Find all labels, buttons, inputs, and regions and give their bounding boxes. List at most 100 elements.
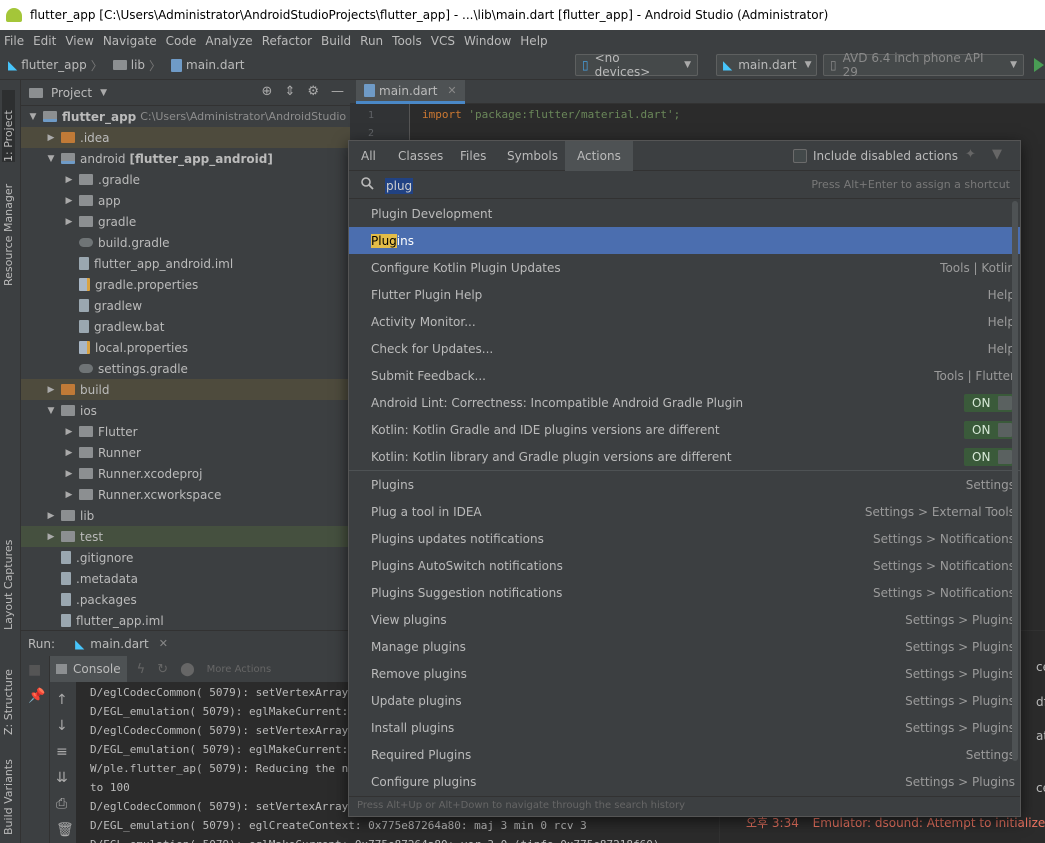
inspection-toggle[interactable]: ON (964, 394, 1014, 412)
include-disabled-checkbox[interactable]: Include disabled actions (793, 141, 958, 171)
print-icon[interactable]: ⎙ (56, 796, 67, 812)
tree-item[interactable]: .gitignore (21, 547, 350, 568)
menu-build[interactable]: Build (321, 34, 351, 48)
tab-actions[interactable]: Actions (565, 141, 633, 171)
search-result-item[interactable]: View plugins Settings > Plugins (349, 606, 1020, 633)
collapse-all-icon[interactable]: ⇕ (284, 84, 295, 99)
search-result-item[interactable]: Submit Feedback... Tools | Flutter (349, 362, 1020, 389)
chevron-right-icon[interactable]: ▶ (45, 511, 57, 521)
tab-all[interactable]: All (361, 141, 376, 171)
results-scrollbar[interactable] (1012, 201, 1018, 761)
device-selector[interactable]: ▯ <no devices> ▼ (575, 51, 698, 79)
menu-window[interactable]: Window (464, 34, 511, 48)
search-result-item[interactable]: Plugins Suggestion notifications Settings… (349, 579, 1020, 606)
hot-reload-icon[interactable]: ϟ↻⬤ (137, 662, 207, 677)
tree-item[interactable]: ▶ build (21, 379, 350, 400)
tree-item[interactable]: ▼ ios (21, 400, 350, 421)
search-result-item[interactable]: Required Plugins Settings (349, 741, 1020, 768)
chevron-right-icon[interactable]: ▶ (45, 133, 57, 143)
menu-run[interactable]: Run (360, 34, 383, 48)
tool-tab-build-variants[interactable]: Build Variants (2, 750, 15, 835)
console-tab[interactable]: Console (50, 656, 127, 682)
search-result-item[interactable]: Update plugins Settings > Plugins (349, 687, 1020, 714)
tree-item[interactable]: ▶ lib (21, 505, 350, 526)
chevron-right-icon[interactable]: ▶ (63, 469, 75, 479)
tree-item[interactable]: ▶ Flutter (21, 421, 350, 442)
chevron-down-icon[interactable]: ▼ (45, 154, 57, 164)
menu-view[interactable]: View (65, 34, 93, 48)
chevron-right-icon[interactable]: ▶ (63, 217, 75, 227)
search-result-item[interactable]: Plugins Settings (349, 471, 1020, 498)
arrow-down-icon[interactable]: ↓ (56, 718, 68, 734)
search-result-item[interactable]: Kotlin: Kotlin Gradle and IDE plugins ve… (349, 416, 1020, 443)
tree-item[interactable]: flutter_app_android.iml (21, 253, 350, 274)
pin-icon[interactable]: ✦ (965, 147, 976, 162)
menu-tools[interactable]: Tools (392, 34, 422, 48)
tree-item[interactable]: ▶ .idea (21, 127, 350, 148)
tree-item[interactable]: ▶ app (21, 190, 350, 211)
search-result-item[interactable]: Remove plugins Settings > Plugins (349, 660, 1020, 687)
tree-item[interactable]: local.properties (21, 337, 350, 358)
run-icon[interactable] (1034, 58, 1044, 72)
chevron-right-icon[interactable]: ▶ (63, 448, 75, 458)
tool-tab-layout-captures[interactable]: Layout Captures (2, 530, 15, 630)
arrow-up-icon[interactable]: ↑ (56, 692, 68, 708)
menu-vcs[interactable]: VCS (431, 34, 455, 48)
tree-item[interactable]: settings.gradle (21, 358, 350, 379)
search-result-item[interactable]: Check for Updates... Help (349, 335, 1020, 362)
tree-item[interactable]: gradlew (21, 295, 350, 316)
tree-item[interactable]: gradle.properties (21, 274, 350, 295)
tree-item[interactable]: ▶ Runner (21, 442, 350, 463)
scroll-to-end-icon[interactable]: ⇊ (56, 770, 68, 786)
search-result-item[interactable]: Configure Kotlin Plugin Updates Tools | K… (349, 254, 1020, 281)
gear-icon[interactable]: ⚙ (307, 84, 319, 99)
pin-icon[interactable]: 📌 (28, 688, 45, 704)
search-result-item[interactable]: Flutter Plugin Help Help (349, 281, 1020, 308)
search-result-item[interactable]: Plugins AutoSwitch notifications Settings… (349, 552, 1020, 579)
tree-item[interactable]: .packages (21, 589, 350, 610)
menu-file[interactable]: File (4, 34, 24, 48)
filter-icon[interactable]: ▼ (992, 147, 1002, 162)
more-actions-button[interactable]: More Actions (207, 664, 272, 675)
locate-icon[interactable]: ⊕ (262, 84, 273, 99)
tool-tab-structure[interactable]: Z: Structure (2, 655, 15, 735)
tree-item[interactable]: ▶ Runner.xcodeproj (21, 463, 350, 484)
project-view-selector[interactable]: Project (51, 86, 92, 100)
tab-classes[interactable]: Classes (398, 141, 443, 171)
search-result-item[interactable]: Activity Monitor... Help (349, 308, 1020, 335)
search-result-item[interactable]: Plugin Development (349, 200, 1020, 227)
breadcrumb-lib[interactable]: lib 〉 (112, 57, 165, 74)
stop-icon[interactable]: ■ (28, 662, 41, 678)
menu-navigate[interactable]: Navigate (103, 34, 157, 48)
trash-icon[interactable]: 🗑 (56, 822, 74, 838)
search-result-item[interactable]: Manage plugins Settings > Plugins (349, 633, 1020, 660)
search-result-item[interactable]: Plugins updates notifications Settings > … (349, 525, 1020, 552)
menu-refactor[interactable]: Refactor (262, 34, 312, 48)
chevron-down-icon[interactable]: ▼ (45, 406, 57, 416)
breadcrumb-file[interactable]: main.dart (171, 58, 244, 72)
chevron-right-icon[interactable]: ▶ (63, 175, 75, 185)
close-icon[interactable]: ✕ (447, 84, 456, 97)
breadcrumb-project[interactable]: ◣ flutter_app 〉 (8, 57, 107, 74)
run-config-selector[interactable]: ◣ main.dart ▼ (716, 54, 817, 76)
close-icon[interactable]: ✕ (159, 637, 168, 650)
chevron-right-icon[interactable]: ▶ (63, 196, 75, 206)
search-input[interactable]: plug (385, 178, 414, 194)
tree-item[interactable]: ▶ .gradle (21, 169, 350, 190)
search-result-item[interactable]: Android Lint: Correctness: Incompatible … (349, 389, 1020, 416)
tool-tab-project[interactable]: 1: Project (2, 90, 15, 162)
chevron-right-icon[interactable]: ▶ (45, 385, 57, 395)
chevron-right-icon[interactable]: ▶ (63, 490, 75, 500)
inspection-toggle[interactable]: ON (964, 421, 1014, 439)
tool-tab-resource-manager[interactable]: Resource Manager (2, 176, 15, 286)
search-result-item[interactable]: Plug a tool in IDEA Settings > External T… (349, 498, 1020, 525)
chevron-right-icon[interactable]: ▶ (45, 532, 57, 542)
tree-item[interactable]: ▶ gradle (21, 211, 350, 232)
search-result-item[interactable]: Kotlin: Kotlin library and Gradle plugin… (349, 443, 1020, 470)
tree-item[interactable]: .metadata (21, 568, 350, 589)
inspection-toggle[interactable]: ON (964, 448, 1014, 466)
tree-item[interactable]: ▶ test (21, 526, 350, 547)
tab-files[interactable]: Files (460, 141, 486, 171)
menu-code[interactable]: Code (166, 34, 197, 48)
search-result-item[interactable]: Install plugins Settings > Plugins (349, 714, 1020, 741)
